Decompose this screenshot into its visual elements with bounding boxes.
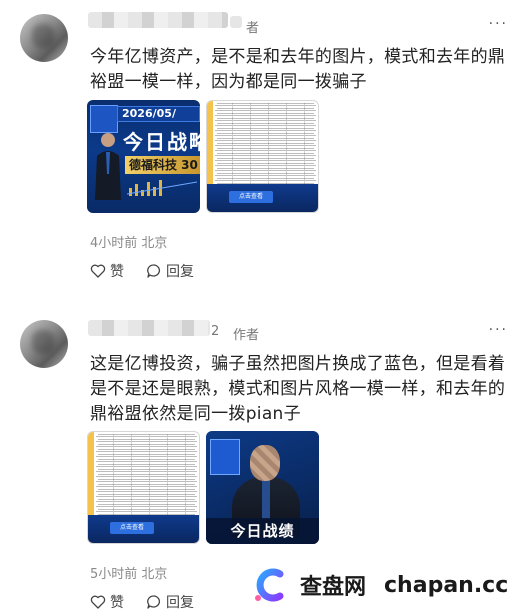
post-meta: 4小时前 北京	[90, 236, 168, 251]
table-text	[98, 434, 195, 516]
presenter-figure	[95, 133, 121, 200]
comment-bubble-icon	[147, 595, 160, 609]
image-thumbnail-portrait[interactable]: 今日战绩	[206, 431, 319, 544]
comment-text: 这是亿博投资，骗子虽然把图片换成了蓝色，但是看着是不是还是眼熟，模式和图片风格一…	[90, 354, 506, 424]
like-button[interactable]: 赞	[90, 592, 124, 612]
author-tag: 者	[246, 21, 260, 36]
comment-text: 今年亿博资产，是不是和去年的图片，模式和去年的鼎裕盟一模一样，因为都是同一拨骗子	[90, 47, 506, 92]
like-label: 赞	[110, 264, 124, 280]
author-tag: 作者	[233, 328, 260, 343]
badge-graphic	[90, 105, 118, 133]
poster-banner: 今日战绩	[206, 518, 319, 544]
chart-bars-graphic	[127, 180, 197, 196]
like-button[interactable]: 赞	[90, 261, 124, 281]
author-suffix: 2	[211, 324, 220, 339]
image-thumbnail-poster[interactable]: 2026/05/ 今日战略 德福科技 30	[87, 100, 200, 213]
table-footer: 点击查看	[88, 515, 199, 543]
username-blurred[interactable]	[88, 320, 210, 336]
watermark-url: chapan.cc	[384, 572, 509, 598]
watermark: 查盘网 chapan.cc	[250, 565, 520, 605]
heart-icon	[90, 264, 106, 278]
chapan-logo-icon	[255, 568, 284, 602]
more-options-icon[interactable]: ···	[489, 16, 508, 32]
table-footer: 点击查看	[207, 184, 318, 212]
image-thumbnail-table[interactable]: 点击查看	[206, 100, 319, 213]
post-actions: 赞 回复	[90, 261, 194, 281]
poster-headline: 今日战略	[123, 130, 200, 154]
more-options-icon[interactable]: ···	[489, 322, 508, 338]
poster-stock-label: 德福科技 30	[125, 156, 200, 174]
presenter-head-mosaic	[250, 445, 280, 481]
reply-label: 回复	[166, 595, 194, 611]
post-meta: 5小时前 北京	[90, 567, 168, 582]
username-blurred[interactable]	[88, 12, 228, 28]
poster-date: 2026/05/	[117, 106, 200, 122]
avatar[interactable]	[20, 14, 68, 62]
comment-bubble-icon	[147, 264, 160, 278]
avatar[interactable]	[20, 320, 68, 368]
username-blurred-tail	[230, 16, 242, 28]
post-actions: 赞 回复	[90, 592, 194, 612]
badge-graphic	[210, 439, 240, 475]
reply-button[interactable]: 回复	[146, 592, 194, 612]
table-text	[217, 103, 314, 185]
reply-label: 回复	[166, 264, 194, 280]
image-thumbnail-table[interactable]: 点击查看	[87, 431, 200, 544]
view-button: 点击查看	[229, 191, 273, 203]
like-label: 赞	[110, 595, 124, 611]
watermark-brand: 查盘网	[300, 575, 367, 600]
view-button: 点击查看	[110, 522, 154, 534]
heart-icon	[90, 595, 106, 609]
presenter-tie	[262, 479, 270, 519]
reply-button[interactable]: 回复	[146, 261, 194, 281]
